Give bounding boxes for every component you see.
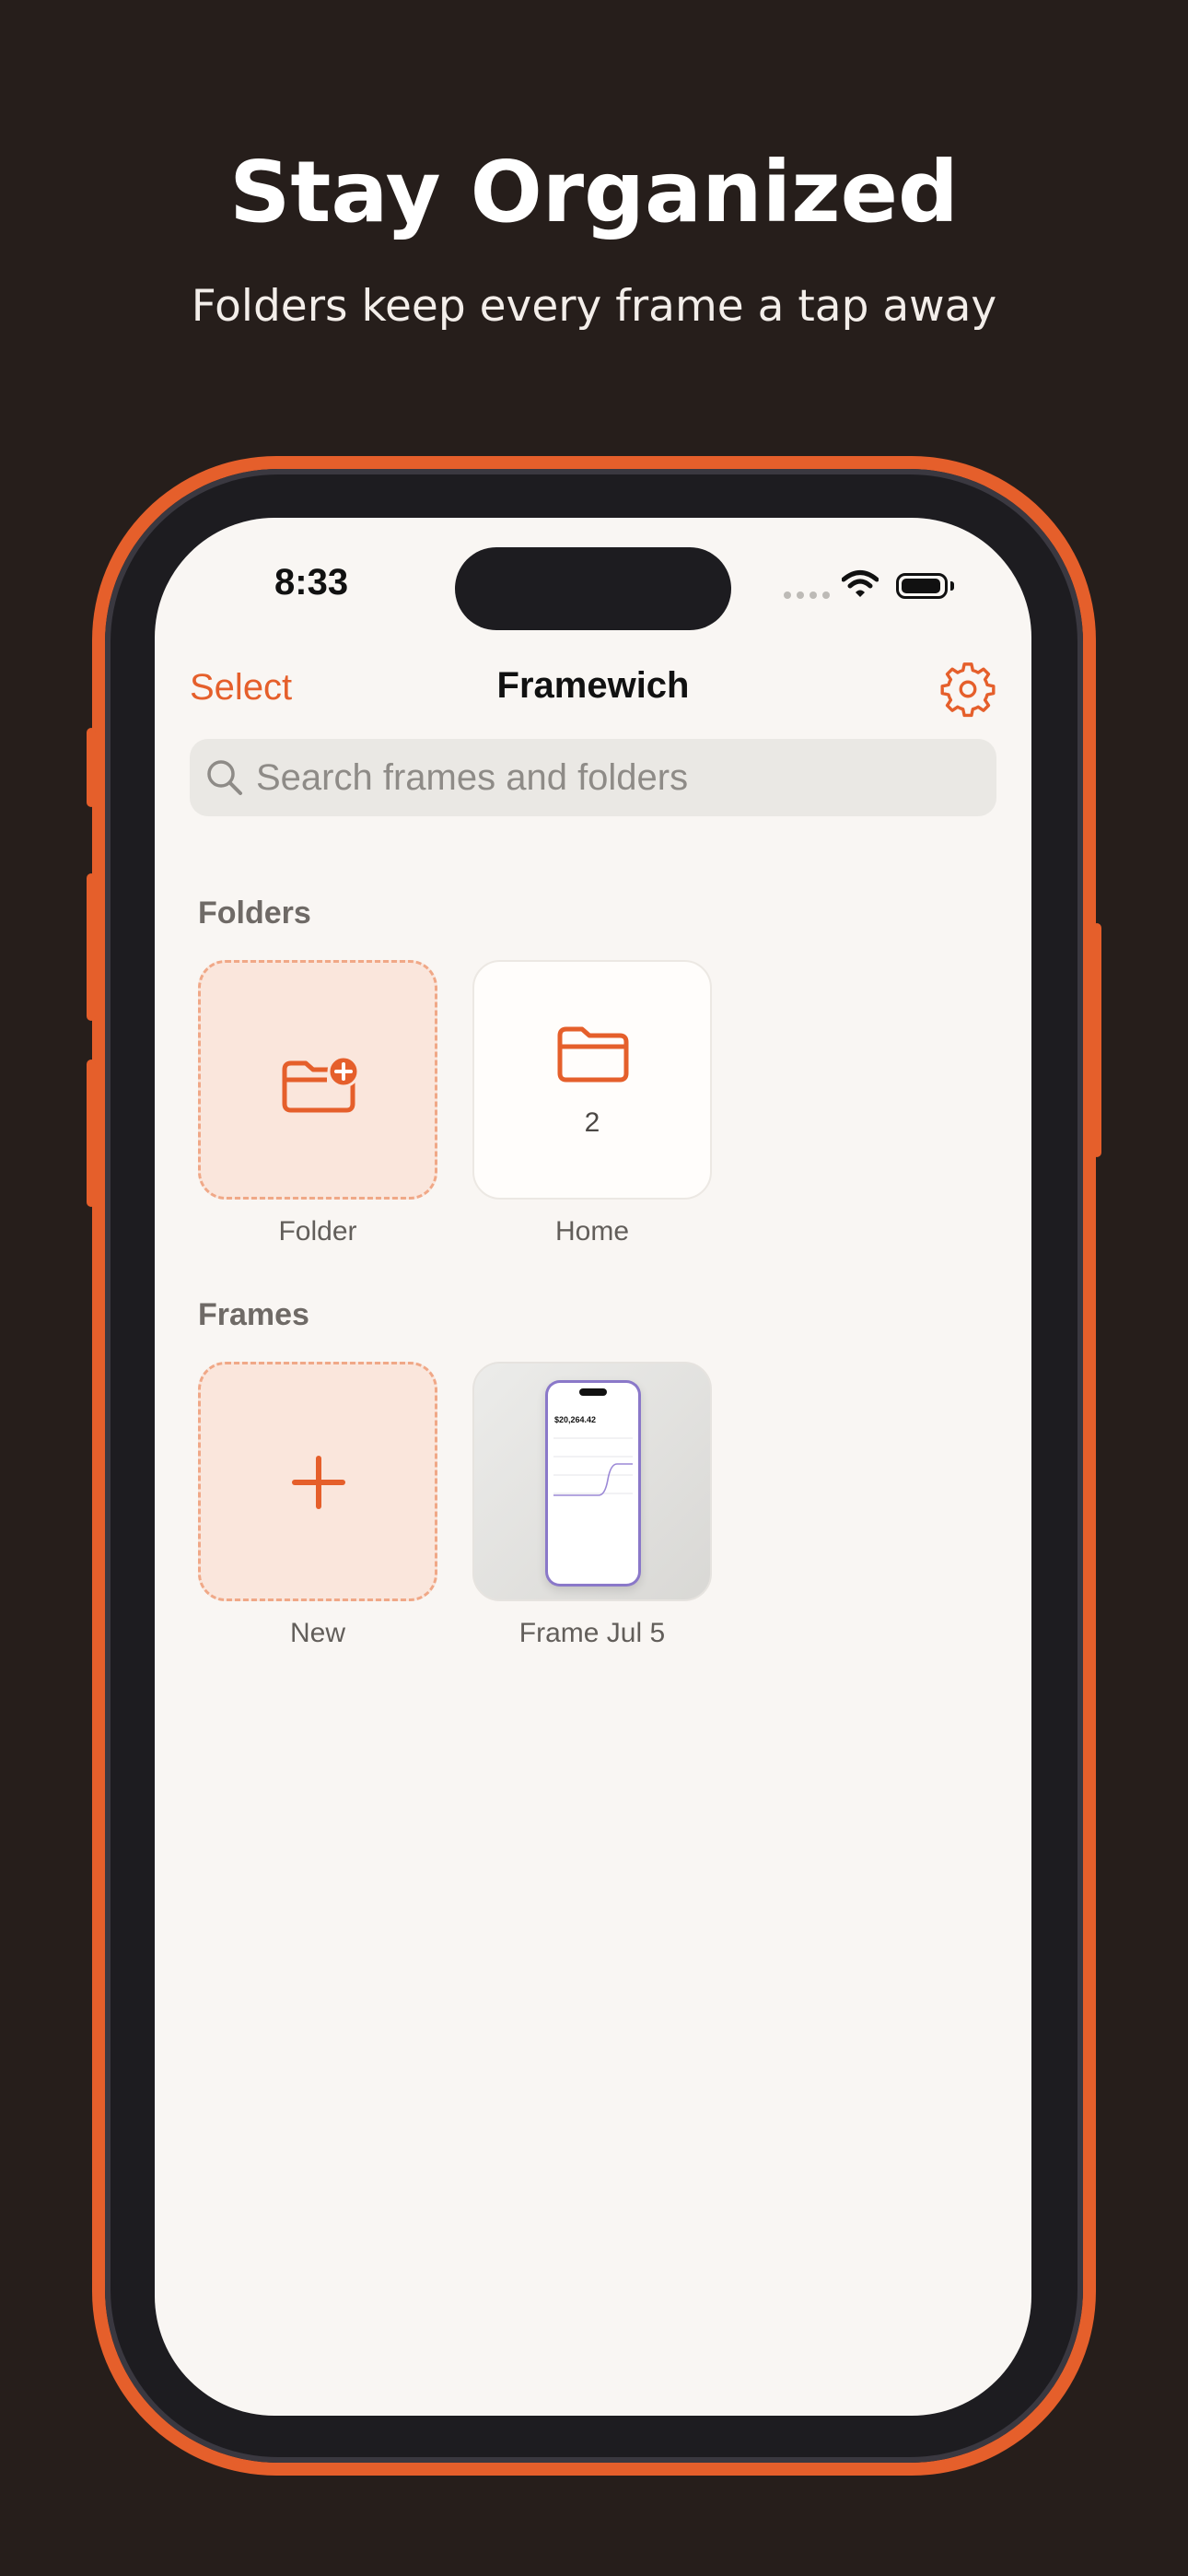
home-folder-tile[interactable]: 2	[472, 960, 712, 1200]
search-icon	[207, 760, 242, 795]
gear-icon[interactable]	[939, 661, 996, 718]
volume-up-button	[87, 873, 96, 1021]
new-frame-label: New	[289, 1618, 345, 1648]
cellular-signal-icon	[784, 591, 830, 599]
volume-down-button	[87, 1060, 96, 1207]
folder-tile-label: Folder	[278, 1216, 357, 1247]
battery-tip	[950, 581, 954, 591]
frames-section-label: Frames	[198, 1297, 309, 1332]
frame-preview-amount: $20,264.42	[554, 1415, 597, 1424]
dynamic-island	[455, 547, 731, 630]
folder-icon	[557, 1026, 629, 1083]
battery-icon	[896, 573, 948, 599]
frame-preview-island	[579, 1388, 607, 1396]
frame-preview-screen: $20,264.42	[548, 1383, 638, 1584]
nav-title: Framewich	[496, 665, 690, 706]
home-folder-label: Home	[554, 1216, 630, 1247]
frame-preview-chart	[553, 1437, 633, 1496]
folder-plus-icon	[282, 1055, 360, 1113]
promo-headline: Stay Organized	[229, 143, 959, 241]
frame-tile[interactable]: $20,264.42	[472, 1362, 712, 1601]
plus-icon	[292, 1456, 345, 1509]
promo-subheadline: Folders keep every frame a tap away	[191, 281, 997, 332]
new-folder-tile[interactable]	[198, 960, 437, 1200]
frame-preview-phone: $20,264.42	[545, 1380, 641, 1587]
search-input[interactable]	[256, 739, 978, 816]
folder-item-count: 2	[584, 1107, 600, 1138]
new-frame-tile[interactable]	[198, 1362, 437, 1601]
phone-screen: 8:33 Select Framewich Folders	[155, 518, 1031, 2416]
frame-tile-label: Frame Jul 5	[518, 1618, 666, 1648]
action-button	[87, 728, 96, 807]
status-time: 8:33	[274, 562, 349, 603]
folders-section-label: Folders	[198, 896, 311, 931]
search-bar[interactable]	[190, 739, 996, 816]
wifi-icon	[842, 570, 879, 597]
power-button	[1092, 923, 1101, 1157]
